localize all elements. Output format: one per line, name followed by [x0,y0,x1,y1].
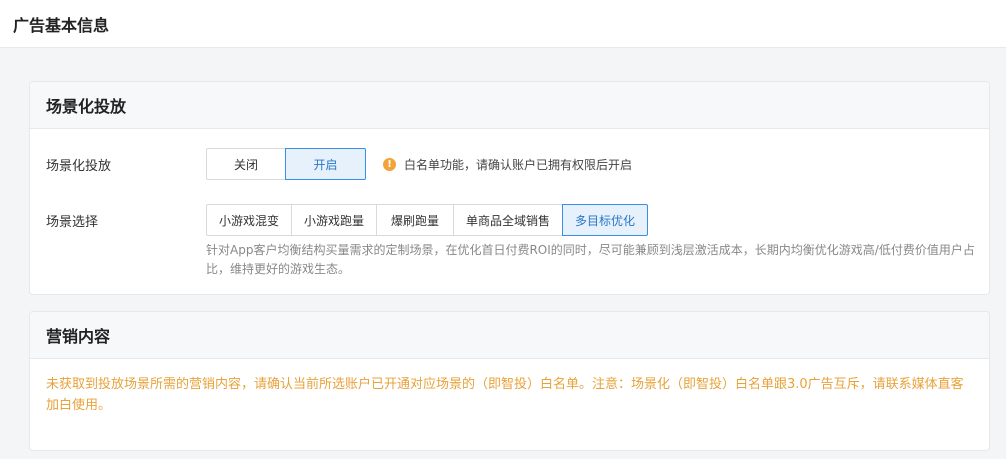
whitelist-tip: ! 白名单功能，请确认账户已拥有权限后开启 [383,156,632,173]
scene-option-burst-volume[interactable]: 爆刷跑量 [376,204,454,236]
scene-selector: 小游戏混变 小游戏跑量 爆刷跑量 单商品全域销售 多目标优化 [206,204,648,236]
delivery-off-button[interactable]: 关闭 [206,148,286,180]
delivery-label: 场景化投放 [46,159,112,174]
card-title: 场景化投放 [46,97,127,116]
card-header: 场景化投放 [30,82,989,129]
scene-delivery-card: 场景化投放 场景化投放 关闭 开启 ! 白名单功能，请确认账户已拥有权限后开启 … [29,81,990,295]
marketing-content-card: 营销内容 未获取到投放场景所需的营销内容，请确认当前所选账户已开通对应场景的（即… [29,311,990,451]
card-header: 营销内容 [30,312,989,359]
whitelist-tip-text: 白名单功能，请确认账户已拥有权限后开启 [404,158,633,172]
scene-option-mini-game-volume[interactable]: 小游戏跑量 [291,204,377,236]
marketing-warning: 未获取到投放场景所需的营销内容，请确认当前所选账户已开通对应场景的（即智投）白名… [46,377,964,413]
delivery-on-button[interactable]: 开启 [285,148,366,180]
delivery-toggle: 关闭 开启 [206,148,366,180]
scene-row: 场景选择 小游戏混变 小游戏跑量 爆刷跑量 单商品全域销售 多目标优化 针对Ap… [46,204,975,284]
scene-option-mini-game-mix[interactable]: 小游戏混变 [206,204,292,236]
scene-option-multi-objective[interactable]: 多目标优化 [562,204,648,236]
card-title: 营销内容 [46,327,111,346]
scene-label: 场景选择 [46,215,99,230]
top-bar: 广告基本信息 [0,0,1006,48]
warning-icon: ! [383,158,396,171]
scene-option-single-product[interactable]: 单商品全域销售 [453,204,563,236]
scene-description: 针对App客户均衡结构买量需求的定制场景，在优化首日付费ROI的同时，尽可能兼顾… [206,243,975,276]
delivery-row: 场景化投放 关闭 开启 ! 白名单功能，请确认账户已拥有权限后开启 [46,148,973,180]
page-title: 广告基本信息 [13,15,110,35]
